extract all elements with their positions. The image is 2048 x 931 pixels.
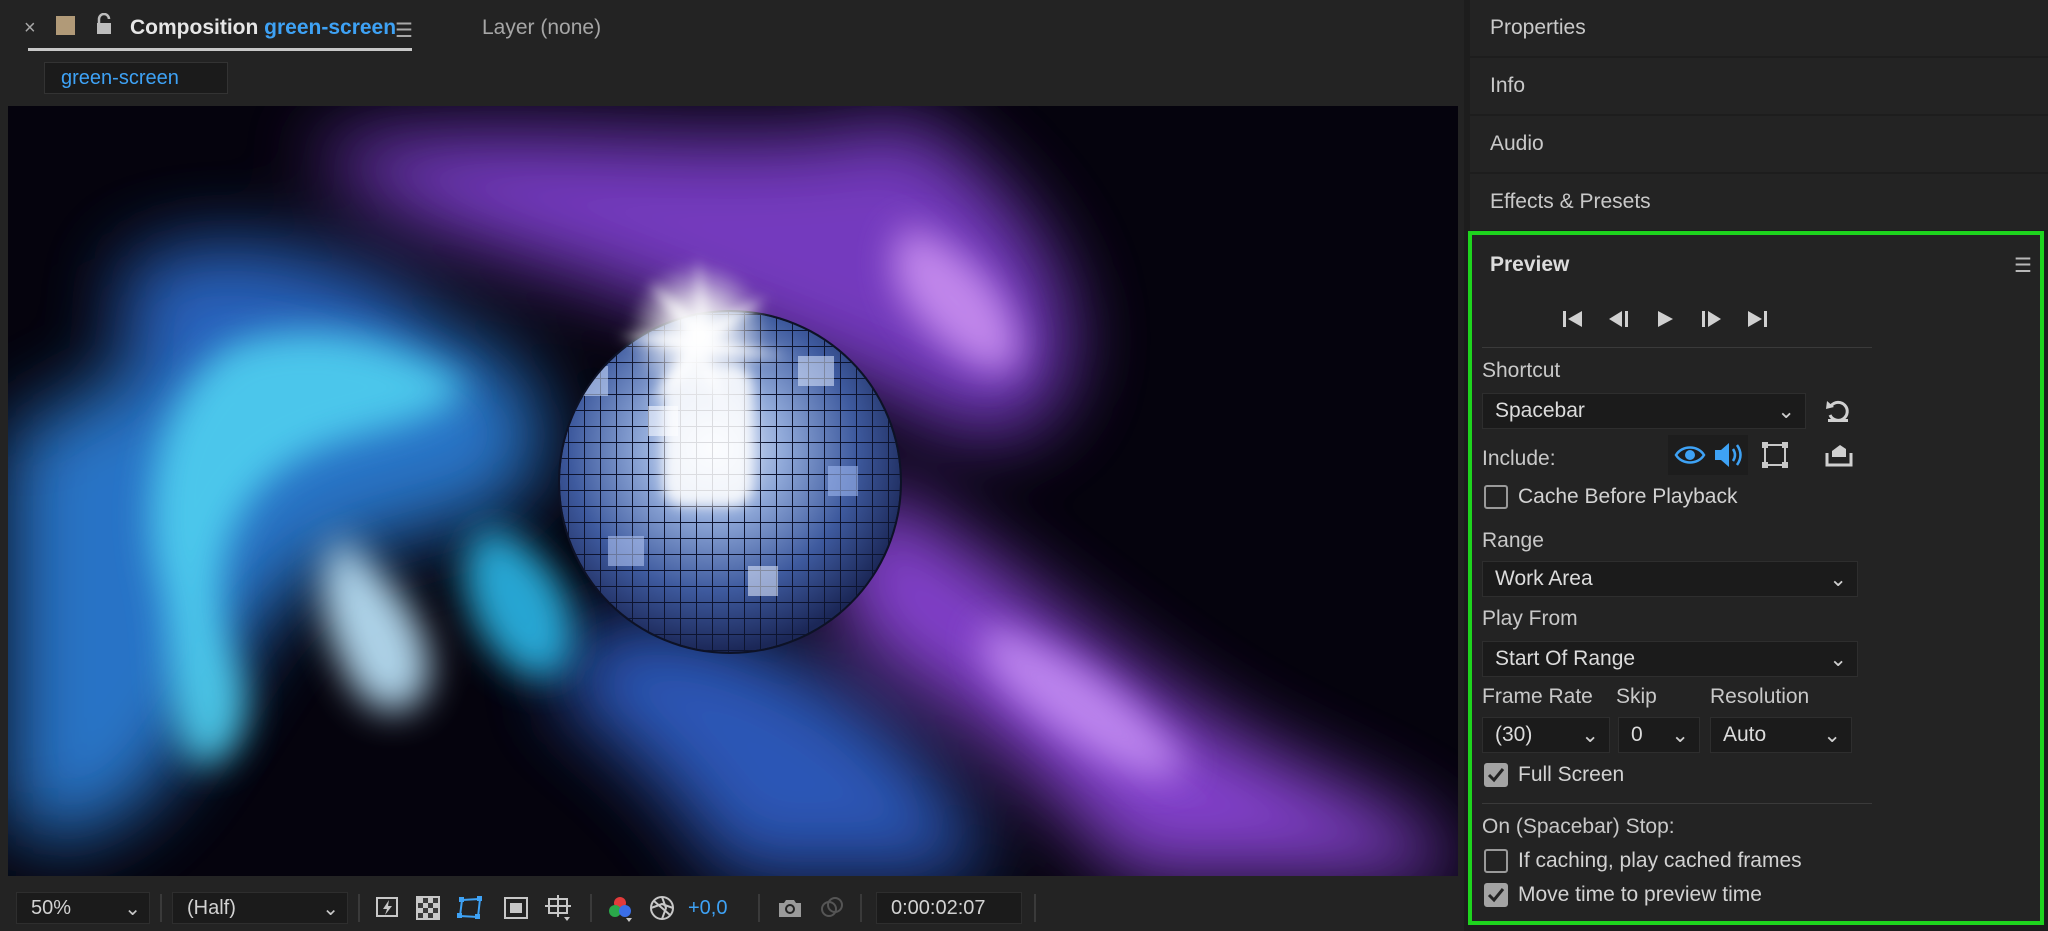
play-from-value: Start Of Range xyxy=(1495,647,1636,670)
exposure-value[interactable]: +0,0 xyxy=(688,897,727,920)
include-overlays-icon[interactable] xyxy=(1760,441,1790,469)
preview-panel: Preview ☰ Shortcut Spacebar ⌄ Include: C… xyxy=(1468,231,2044,925)
include-label: Include: xyxy=(1482,447,1556,470)
composition-tab-prefix: Composition xyxy=(130,16,259,39)
current-time-display[interactable]: 0:00:02:07 xyxy=(876,892,1022,924)
audio-panel-header[interactable]: Audio xyxy=(1470,116,2048,172)
composition-panel: × Composition green-screen ☰ Layer (none… xyxy=(0,0,1464,931)
shortcut-dropdown[interactable]: Spacebar ⌄ xyxy=(1482,393,1806,429)
toolbar-divider xyxy=(1034,894,1036,922)
preview-resolution-dropdown[interactable]: Auto ⌄ xyxy=(1710,717,1852,753)
skip-dropdown[interactable]: 0 ⌄ xyxy=(1618,717,1700,753)
chevron-down-icon: ⌄ xyxy=(1829,568,1847,591)
composition-tab-bar: × Composition green-screen ☰ Layer (none… xyxy=(0,0,1464,56)
include-video-eye-icon[interactable] xyxy=(1674,441,1706,469)
frame-rate-dropdown[interactable]: (30) ⌄ xyxy=(1482,717,1610,753)
effects-presets-panel-header[interactable]: Effects & Presets xyxy=(1470,174,2048,230)
region-of-interest-icon[interactable] xyxy=(502,894,530,922)
transparency-grid-icon[interactable] xyxy=(414,894,442,922)
show-snapshot-icon[interactable] xyxy=(818,894,846,922)
cache-before-playback-label: Cache Before Playback xyxy=(1518,485,1738,508)
chevron-down-icon: ⌄ xyxy=(322,898,339,920)
frame-rate-label: Frame Rate xyxy=(1482,685,1593,708)
last-frame-icon[interactable] xyxy=(1744,307,1770,331)
checkmark-icon xyxy=(1487,768,1505,783)
chevron-down-icon: ⌄ xyxy=(1671,724,1689,747)
play-icon[interactable] xyxy=(1652,307,1678,331)
toolbar-divider xyxy=(358,894,360,922)
previous-frame-icon[interactable] xyxy=(1606,307,1632,331)
full-screen-checkbox[interactable] xyxy=(1484,763,1508,787)
show-channel-icon[interactable] xyxy=(606,894,634,922)
toolbar-divider xyxy=(590,894,592,922)
chevron-down-icon: ⌄ xyxy=(1829,648,1847,671)
preview-resolution-value: Auto xyxy=(1723,723,1767,746)
viewer-toolbar: 50% ⌄ (Half) ⌄ +0,0 0:00:02:07 xyxy=(0,884,1464,931)
composition-tab-name: green-screen xyxy=(264,16,397,39)
chevron-down-icon: ⌄ xyxy=(124,898,141,920)
panel-menu-icon[interactable]: ☰ xyxy=(2014,253,2032,278)
grid-guides-icon[interactable] xyxy=(544,894,572,922)
composition-frame-image xyxy=(8,106,1458,876)
move-time-checkbox[interactable] xyxy=(1484,883,1508,907)
chevron-down-icon: ⌄ xyxy=(1581,724,1599,747)
close-tab-icon[interactable]: × xyxy=(24,17,36,40)
frame-rate-value: (30) xyxy=(1495,723,1533,746)
composition-color-swatch-icon[interactable] xyxy=(56,16,75,35)
toolbar-divider xyxy=(860,894,862,922)
resolution-label: Resolution xyxy=(1710,685,1810,708)
skip-value: 0 xyxy=(1631,723,1643,746)
on-stop-label: On (Spacebar) Stop: xyxy=(1482,815,1675,838)
magnification-value: 50% xyxy=(31,897,72,919)
take-snapshot-icon[interactable] xyxy=(776,894,804,922)
shortcut-label: Shortcut xyxy=(1482,359,1561,382)
if-caching-checkbox[interactable] xyxy=(1484,849,1508,873)
fast-previews-icon[interactable] xyxy=(374,894,402,922)
toolbar-divider xyxy=(160,894,162,922)
magnification-dropdown[interactable]: 50% ⌄ xyxy=(16,892,150,924)
composition-navigator-tab[interactable]: green-screen xyxy=(44,62,228,94)
play-from-dropdown[interactable]: Start Of Range ⌄ xyxy=(1482,641,1858,677)
if-caching-label: If caching, play cached frames xyxy=(1518,849,1802,872)
reset-exposure-icon[interactable] xyxy=(648,894,676,922)
play-from-label: Play From xyxy=(1482,607,1578,630)
range-value: Work Area xyxy=(1495,567,1593,590)
composition-viewer[interactable] xyxy=(8,106,1458,876)
first-frame-icon[interactable] xyxy=(1560,307,1586,331)
lock-icon[interactable] xyxy=(94,12,114,40)
chevron-down-icon: ⌄ xyxy=(1823,724,1841,747)
preview-panel-title[interactable]: Preview xyxy=(1490,253,1569,277)
full-screen-label: Full Screen xyxy=(1518,763,1625,786)
resolution-value: (Half) xyxy=(187,897,236,919)
skip-label: Skip xyxy=(1616,685,1657,708)
reset-shortcut-icon[interactable] xyxy=(1824,397,1852,425)
include-external-output-icon[interactable] xyxy=(1824,441,1854,469)
properties-panel-header[interactable]: Properties xyxy=(1470,0,2048,56)
composition-tab-title[interactable]: Composition green-screen xyxy=(130,16,396,40)
section-divider xyxy=(1482,347,1872,348)
include-audio-speaker-icon[interactable] xyxy=(1712,439,1748,471)
section-divider xyxy=(1482,803,1872,804)
next-frame-icon[interactable] xyxy=(1698,307,1724,331)
move-time-label: Move time to preview time xyxy=(1518,883,1762,906)
panel-menu-icon[interactable]: ☰ xyxy=(395,18,413,43)
mask-path-visibility-icon[interactable] xyxy=(456,894,484,922)
cache-before-playback-checkbox[interactable] xyxy=(1484,485,1508,509)
active-tab-indicator xyxy=(28,48,412,51)
layer-tab[interactable]: Layer (none) xyxy=(482,16,601,40)
chevron-down-icon: ⌄ xyxy=(1777,400,1795,423)
shortcut-value: Spacebar xyxy=(1495,399,1585,422)
range-label: Range xyxy=(1482,529,1544,552)
range-dropdown[interactable]: Work Area ⌄ xyxy=(1482,561,1858,597)
checkmark-icon xyxy=(1487,888,1505,903)
toolbar-divider xyxy=(758,894,760,922)
resolution-dropdown[interactable]: (Half) ⌄ xyxy=(172,892,348,924)
info-panel-header[interactable]: Info xyxy=(1470,58,2048,114)
